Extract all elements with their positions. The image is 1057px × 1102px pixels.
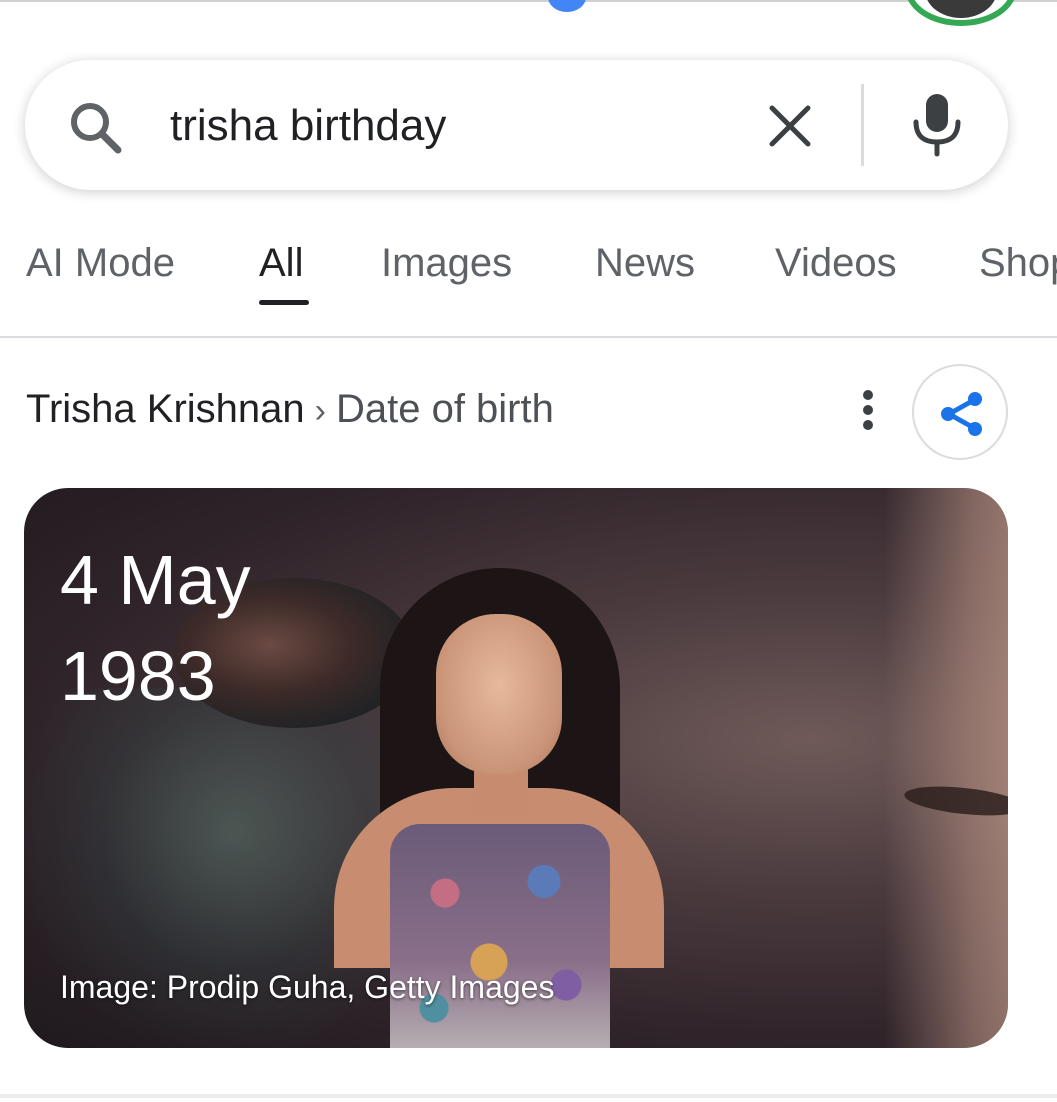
- tab-videos[interactable]: Videos: [775, 240, 897, 286]
- birth-date-day-month: 4 May: [60, 541, 251, 619]
- entity-name[interactable]: Trisha Krishnan: [26, 387, 305, 431]
- top-edge: [0, 0, 1057, 2]
- account-avatar[interactable]: [905, 0, 1017, 26]
- breadcrumb-separator: ›: [314, 392, 326, 430]
- tab-all[interactable]: All: [259, 240, 303, 286]
- mic-icon[interactable]: [910, 92, 964, 158]
- image-credit: Image: Prodip Guha, Getty Images: [60, 969, 555, 1005]
- avatar-image: [925, 0, 997, 18]
- photo-background-face: [884, 488, 1008, 1048]
- attribute-name: Date of birth: [335, 387, 554, 431]
- active-tab-indicator: [259, 300, 309, 305]
- search-tabs: AI Mode All Images News Videos Shop: [0, 220, 1057, 320]
- breadcrumb: Trisha Krishnan › Date of birth: [26, 386, 554, 434]
- search-divider: [861, 84, 864, 166]
- tab-news[interactable]: News: [595, 240, 695, 286]
- search-input[interactable]: trisha birthday: [170, 100, 446, 152]
- tabs-divider: [0, 336, 1057, 338]
- app-indicator-dot: [548, 0, 586, 12]
- tab-images[interactable]: Images: [381, 240, 512, 286]
- birth-date-year: 1983: [60, 637, 216, 715]
- tab-shop[interactable]: Shop: [979, 240, 1057, 286]
- person-dress: [390, 824, 610, 1048]
- more-vert-icon[interactable]: [852, 388, 884, 432]
- section-divider: [0, 1094, 1057, 1098]
- share-button[interactable]: [912, 364, 1008, 460]
- person-face: [436, 614, 562, 774]
- close-icon[interactable]: [764, 100, 816, 152]
- search-icon[interactable]: [66, 98, 126, 158]
- answer-photo-card[interactable]: 4 May 1983 Image: Prodip Guha, Getty Ima…: [24, 488, 1008, 1048]
- tab-ai-mode[interactable]: AI Mode: [26, 240, 175, 286]
